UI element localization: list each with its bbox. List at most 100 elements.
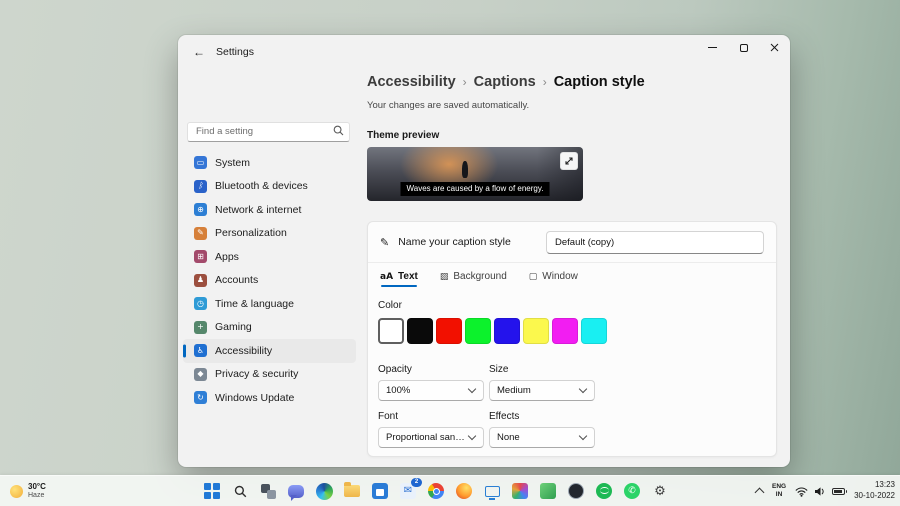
taskbar-search-button[interactable]: [230, 481, 250, 501]
tab-window[interactable]: ▢ Window: [529, 271, 578, 288]
windows-logo-icon: [204, 483, 220, 499]
size-field: Size Medium: [489, 364, 595, 401]
close-icon: [770, 43, 779, 52]
color-swatch-yellow[interactable]: [523, 318, 549, 344]
minimize-button[interactable]: [697, 35, 728, 60]
sidebar-item-apps[interactable]: ⊞ Apps: [183, 245, 356, 269]
file-explorer-button[interactable]: [342, 481, 362, 501]
sidebar-item-bluetooth-devices[interactable]: ᛒ Bluetooth & devices: [183, 175, 356, 199]
chat-button[interactable]: [286, 481, 306, 501]
sidebar-item-network-internet[interactable]: ⊕ Network & internet: [183, 198, 356, 222]
chevron-down-icon: [579, 432, 587, 440]
mail-button[interactable]: ✉ 2: [398, 481, 418, 501]
breadcrumb-accessibility[interactable]: Accessibility: [367, 73, 456, 91]
whatsapp-button[interactable]: ✆: [622, 481, 642, 501]
sidebar-item-label: Windows Update: [215, 392, 294, 404]
tab-text[interactable]: aA Text: [380, 271, 418, 288]
page-title: Caption style: [554, 73, 645, 91]
maximize-button[interactable]: [728, 35, 759, 60]
window-tab-icon: ▢: [529, 272, 538, 282]
sidebar-item-label: Personalization: [215, 227, 287, 239]
sidebar-nav: ▭ System ᛒ Bluetooth & devices ⊕ Network…: [183, 151, 356, 410]
settings-app-button[interactable]: ⚙: [650, 481, 670, 501]
effects-dropdown[interactable]: None: [489, 427, 595, 448]
expand-preview-button[interactable]: [560, 152, 578, 170]
close-button[interactable]: [759, 35, 790, 60]
caption-style-icon: ✎: [380, 236, 389, 249]
store-button[interactable]: [370, 481, 390, 501]
theme-preview-label: Theme preview: [367, 130, 790, 142]
person-silhouette: [462, 161, 468, 178]
tray-date: 30-10-2022: [854, 491, 895, 502]
dark-app-icon: [568, 483, 584, 499]
photos-app-button[interactable]: [510, 481, 530, 501]
tray-time: 13:23: [854, 480, 895, 491]
caption-style-card: ✎ Name your caption style aA Text ▨ Back…: [367, 221, 777, 457]
search-icon: [234, 485, 247, 498]
display-app-button[interactable]: [482, 481, 502, 501]
dark-app-button[interactable]: [566, 481, 586, 501]
gaming-icon: +: [194, 321, 207, 334]
sun-icon: [10, 485, 23, 498]
clock-widget[interactable]: 13:23 30-10-2022: [854, 480, 895, 502]
network-icon: ⊕: [194, 203, 207, 216]
back-button[interactable]: ←: [186, 41, 212, 63]
sidebar-item-privacy-security[interactable]: ◆ Privacy & security: [183, 363, 356, 387]
start-button[interactable]: [202, 481, 222, 501]
chrome-button[interactable]: [426, 481, 446, 501]
sidebar-item-gaming[interactable]: + Gaming: [183, 316, 356, 340]
color-swatch-cyan[interactable]: [581, 318, 607, 344]
breadcrumb: Accessibility › Captions › Caption style: [367, 73, 790, 91]
sidebar-item-time-language[interactable]: ◷ Time & language: [183, 292, 356, 316]
wifi-icon: [795, 486, 808, 497]
opacity-dropdown[interactable]: 100%: [378, 380, 484, 401]
sidebar-item-accounts[interactable]: ♟ Accounts: [183, 269, 356, 293]
whatsapp-icon: ✆: [624, 483, 640, 499]
sidebar-item-personalization[interactable]: ✎ Personalization: [183, 222, 356, 246]
color-swatches: [378, 318, 766, 344]
text-tab-panel: Color Opacity: [368, 288, 776, 456]
edge-button[interactable]: [314, 481, 334, 501]
tab-label: Text: [398, 271, 418, 282]
size-dropdown[interactable]: Medium: [489, 380, 595, 401]
sidebar-item-windows-update[interactable]: ↻ Windows Update: [183, 386, 356, 410]
windows-update-icon: ↻: [194, 391, 207, 404]
system-tray: ENG IN 13:23 30-10-2022: [756, 476, 895, 506]
color-swatch-blue[interactable]: [494, 318, 520, 344]
green-app-button[interactable]: [538, 481, 558, 501]
time-language-icon: ◷: [194, 297, 207, 310]
notification-badge: 2: [411, 478, 422, 487]
edge-icon: [316, 483, 333, 500]
task-view-button[interactable]: [258, 481, 278, 501]
caption-style-name-input[interactable]: [546, 231, 764, 254]
tray-status-icons[interactable]: [795, 486, 845, 497]
window-title: Settings: [216, 46, 254, 58]
color-label: Color: [378, 300, 766, 312]
color-swatch-magenta[interactable]: [552, 318, 578, 344]
search-input[interactable]: [187, 122, 350, 142]
color-swatch-white[interactable]: [378, 318, 404, 344]
chevron-up-icon[interactable]: [755, 488, 765, 498]
breadcrumb-captions[interactable]: Captions: [474, 73, 536, 91]
sidebar-item-label: Gaming: [215, 321, 252, 333]
language-indicator[interactable]: ENG IN: [772, 483, 786, 500]
privacy-security-icon: ◆: [194, 368, 207, 381]
chevron-right-icon: ›: [543, 73, 547, 91]
spotify-button[interactable]: [594, 481, 614, 501]
color-swatch-black[interactable]: [407, 318, 433, 344]
color-swatch-green[interactable]: [465, 318, 491, 344]
sidebar-item-system[interactable]: ▭ System: [183, 151, 356, 175]
font-dropdown[interactable]: Proportional sans s...: [378, 427, 484, 448]
color-swatch-red[interactable]: [436, 318, 462, 344]
chevron-down-icon: [468, 385, 476, 393]
volume-icon: [814, 486, 826, 497]
firefox-button[interactable]: [454, 481, 474, 501]
weather-widget[interactable]: 30°C Haze: [5, 476, 51, 506]
caption-fields: Opacity 100% Size Medium: [378, 364, 766, 448]
display-icon: [485, 486, 500, 497]
sidebar-item-accessibility[interactable]: ♿ Accessibility: [183, 339, 356, 363]
system-icon: ▭: [194, 156, 207, 169]
tab-background[interactable]: ▨ Background: [440, 271, 507, 288]
font-field: Font Proportional sans s...: [378, 411, 484, 448]
chevron-down-icon: [468, 432, 476, 440]
